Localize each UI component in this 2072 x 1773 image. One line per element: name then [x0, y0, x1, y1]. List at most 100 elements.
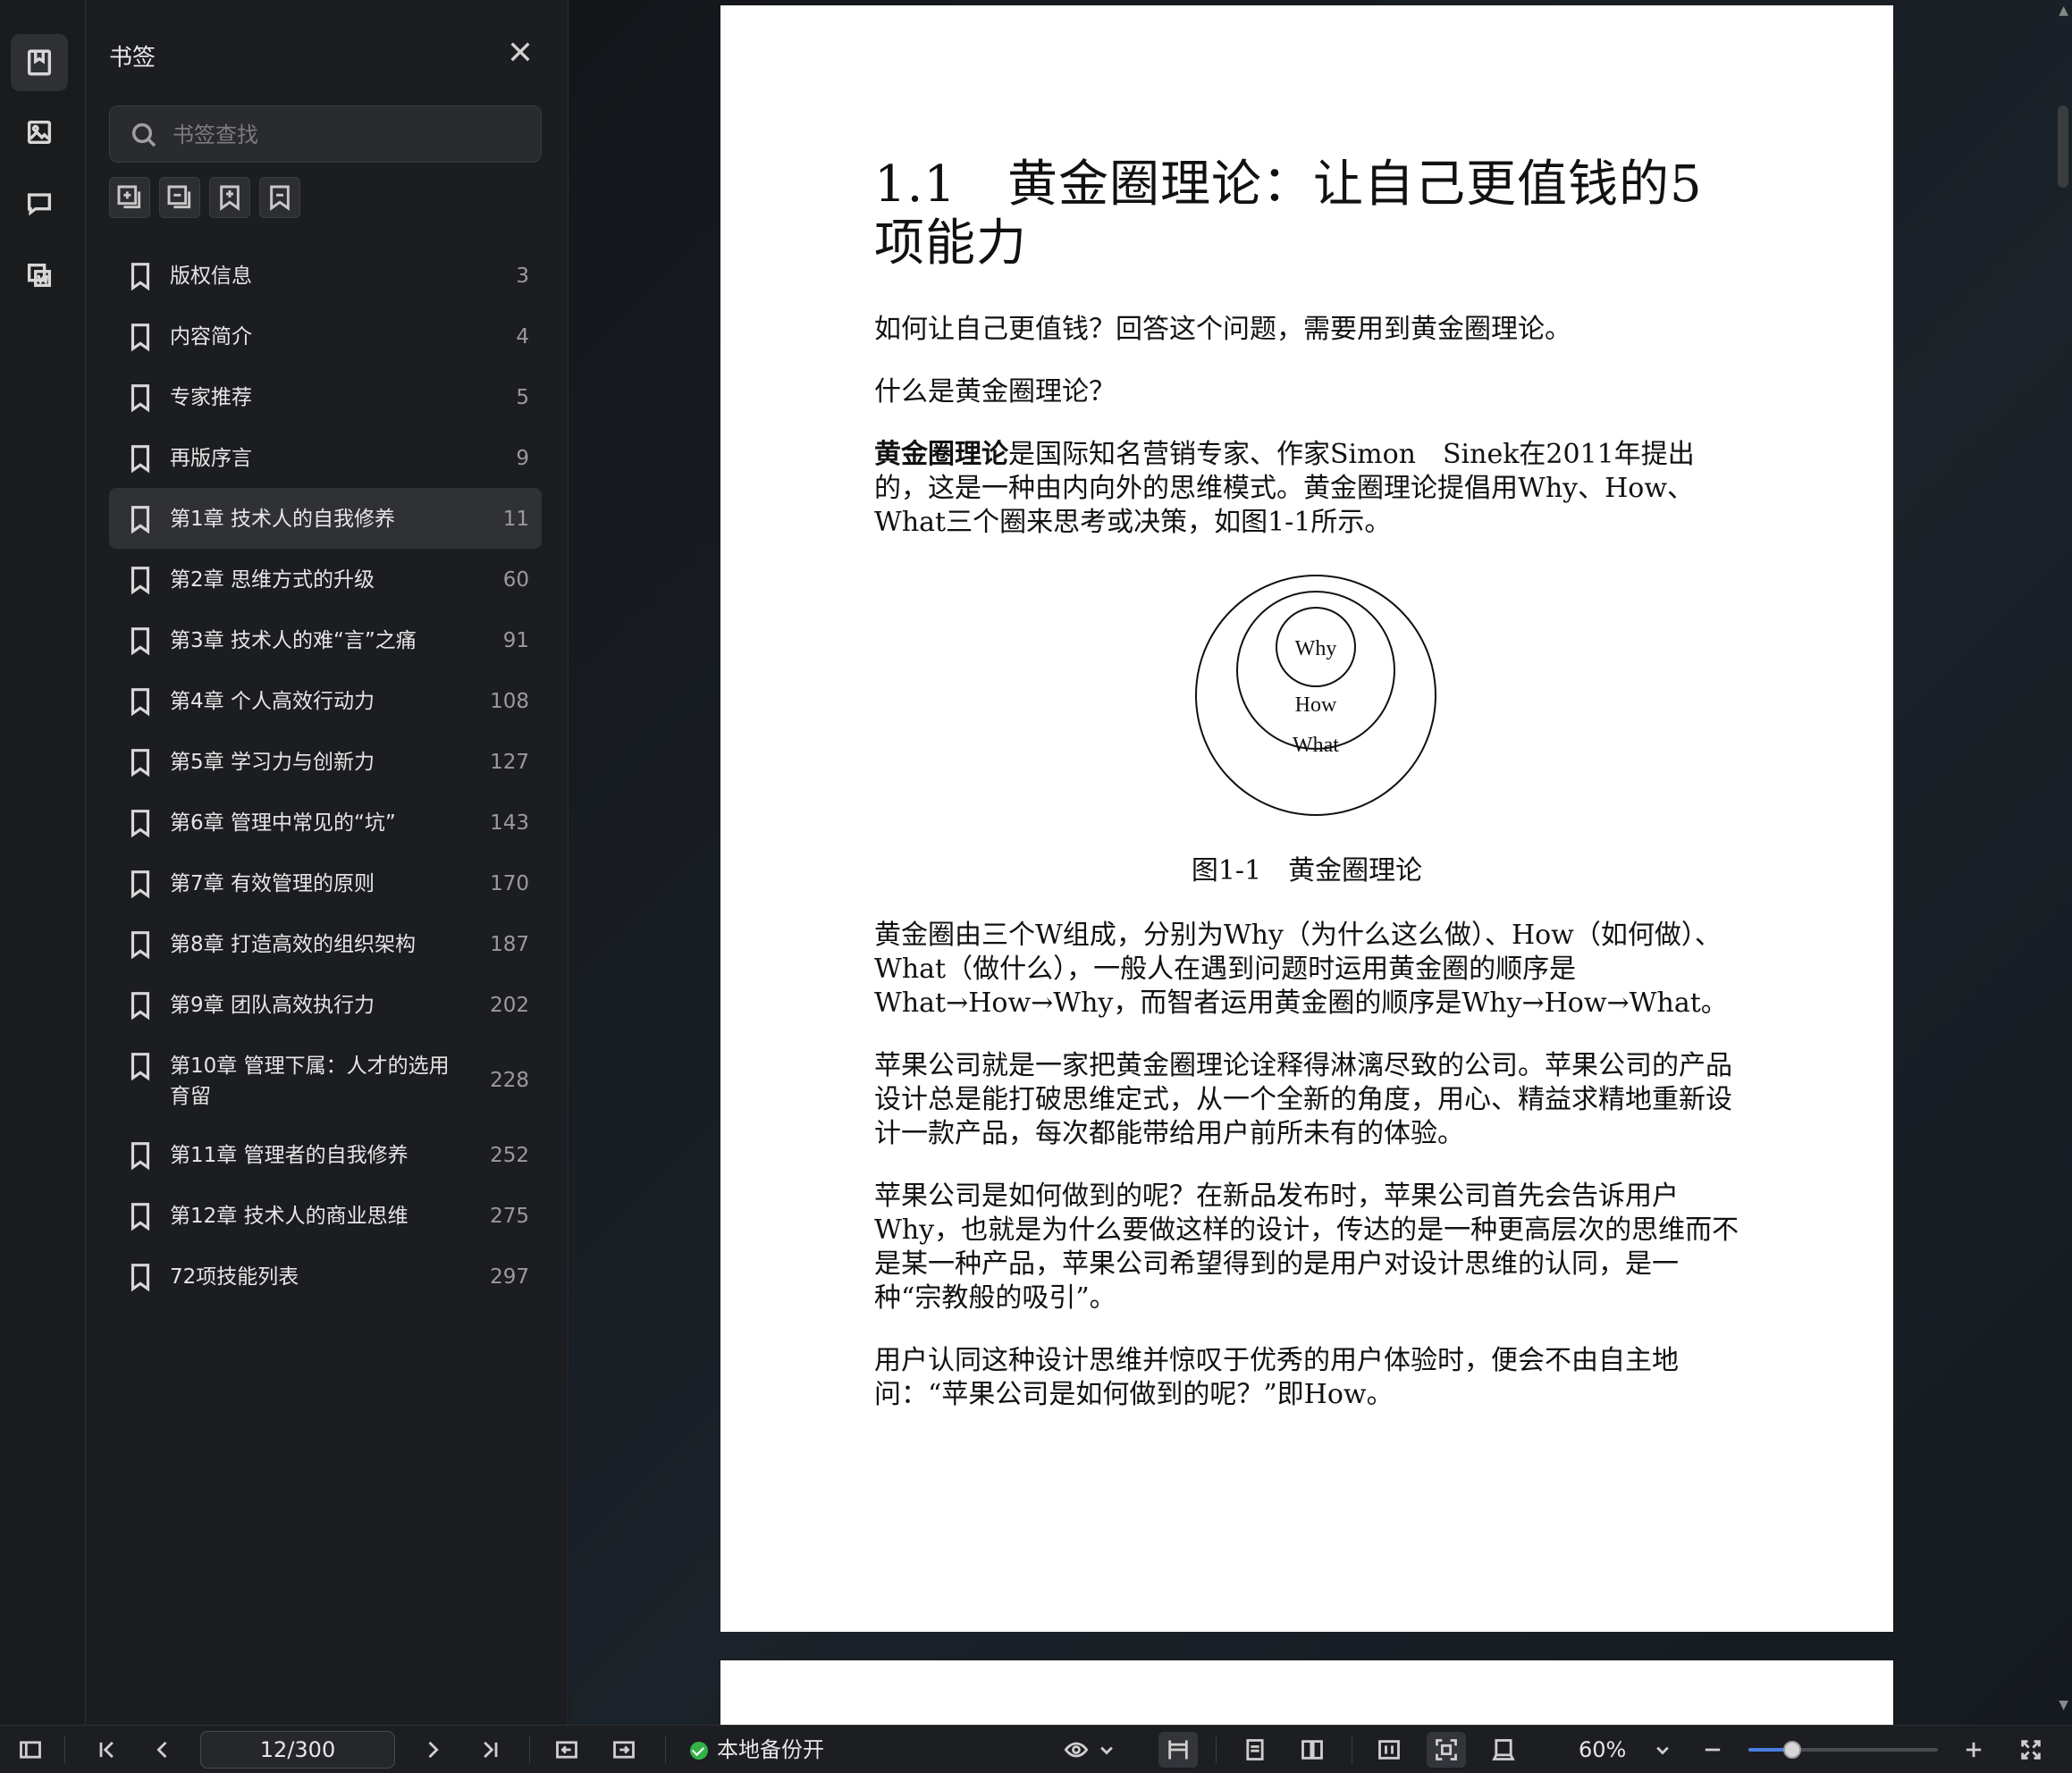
bookmark-page-number: 127 — [490, 751, 529, 774]
next-page-button[interactable] — [417, 1734, 449, 1766]
bookmark-label: 专家推荐 — [170, 386, 252, 409]
scrollbar-thumb[interactable] — [2058, 105, 2068, 188]
bookmark-label: 第1章 技术人的自我修养 — [170, 508, 395, 531]
scroll-up-icon[interactable]: ▲ — [2059, 4, 2068, 18]
bookmark-item[interactable]: 第2章 思维方式的升级 60 — [109, 549, 542, 609]
fit-width-button[interactable] — [1158, 1732, 1198, 1768]
bookmark-label: 第4章 个人高效行动力 — [170, 690, 375, 713]
fullscreen-button[interactable] — [2015, 1734, 2047, 1766]
bookmark-item[interactable]: 第6章 管理中常见的“坑” 143 — [109, 792, 542, 853]
remove-bookmark-button[interactable] — [259, 177, 300, 218]
separator — [529, 1736, 530, 1763]
bookmark-icon — [127, 869, 154, 899]
figure-label-how: How — [1295, 693, 1337, 717]
bookmark-page-number: 252 — [490, 1144, 529, 1167]
bookmark-item[interactable]: 72项技能列表 297 — [109, 1246, 542, 1307]
scroll-down-icon[interactable]: ▼ — [2059, 1698, 2068, 1712]
collapse-all-button[interactable] — [159, 177, 200, 218]
bookmark-page-number: 4 — [516, 325, 529, 349]
close-icon — [510, 42, 530, 62]
bookmark-page-number: 275 — [490, 1205, 529, 1228]
bookmark-item[interactable]: 第9章 团队高效执行力 202 — [109, 974, 542, 1035]
bookmark-panel: 书签 版权信息 3 内容简介 4 专家推荐 5 再版序言 9 第1章 技术人的自我修养 11 第2章… — [86, 0, 569, 1725]
bookmark-icon — [127, 565, 154, 595]
vertical-scrollbar[interactable]: ▲ ▼ — [2054, 0, 2072, 1725]
separator — [64, 1736, 65, 1763]
reading-mode-button[interactable] — [1060, 1734, 1092, 1766]
last-page-icon — [484, 1741, 498, 1759]
paragraph-3-term: 黄金圈理论 — [874, 439, 1008, 470]
navigate-forward-button[interactable] — [608, 1734, 640, 1766]
bookmark-icon — [127, 808, 154, 838]
bookmark-label: 第11章 管理者的自我修养 — [170, 1144, 409, 1167]
bookmark-icon — [127, 322, 154, 352]
bookmark-icon — [127, 929, 154, 960]
actual-size-button[interactable] — [1373, 1734, 1405, 1766]
bookmark-item[interactable]: 第8章 打造高效的组织架构 187 — [109, 913, 542, 974]
bookmark-item[interactable]: 内容简介 4 — [109, 306, 542, 366]
bookmark-item[interactable]: 再版序言 9 — [109, 427, 542, 488]
thumbnail-panel-button[interactable] — [11, 104, 68, 161]
fit-page-button[interactable] — [1427, 1732, 1466, 1768]
attachments-panel-button[interactable] — [11, 247, 68, 304]
expand-all-button[interactable] — [109, 177, 150, 218]
minus-icon — [1705, 1748, 1721, 1752]
two-page-button[interactable] — [1296, 1734, 1328, 1766]
bookmark-panel-button[interactable] — [11, 34, 68, 91]
separator — [665, 1736, 666, 1763]
first-page-icon — [99, 1741, 114, 1759]
paragraph-5: 苹果公司就是一家把黄金圈理论诠释得淋漓尽致的公司。苹果公司的产品设计总是能打破思… — [874, 1050, 1732, 1149]
rotate-page-button[interactable] — [1487, 1734, 1520, 1766]
bookmark-icon — [127, 1051, 154, 1081]
zoom-out-button[interactable] — [1697, 1734, 1729, 1766]
zoom-dropdown[interactable] — [1647, 1734, 1679, 1766]
fit-page-icon — [1436, 1739, 1457, 1760]
chevron-down-icon — [1656, 1746, 1669, 1755]
bookmark-page-number: 143 — [490, 811, 529, 835]
bookmark-item[interactable]: 第3章 技术人的难“言”之痛 91 — [109, 609, 542, 670]
bookmark-label: 第9章 团队高效执行力 — [170, 994, 375, 1017]
bookmark-item[interactable]: 第11章 管理者的自我修养 252 — [109, 1124, 542, 1185]
page-number-input[interactable] — [200, 1731, 395, 1769]
first-page-button[interactable] — [91, 1734, 123, 1766]
reading-mode-dropdown[interactable] — [1091, 1734, 1123, 1766]
zoom-level[interactable]: 60% — [1579, 1735, 1626, 1765]
bookmark-label: 72项技能列表 — [170, 1265, 299, 1289]
back-arrow-icon — [556, 1741, 577, 1759]
bookmark-page-number: 108 — [490, 690, 529, 713]
zoom-slider[interactable] — [1748, 1741, 1938, 1759]
document-viewport[interactable]: 1.1 黄金圈理论：让自己更值钱的5项能力 如何让自己更值钱？回答这个问题，需要… — [569, 0, 2072, 1725]
bookmark-item[interactable]: 专家推荐 5 — [109, 366, 542, 427]
bookmark-item[interactable]: 第12章 技术人的商业思维 275 — [109, 1185, 542, 1246]
close-panel-button[interactable] — [506, 38, 535, 66]
zoom-slider-handle[interactable] — [1782, 1741, 1801, 1759]
bookmark-search-box[interactable] — [109, 105, 542, 163]
bookmark-item[interactable]: 第1章 技术人的自我修养 11 — [109, 488, 542, 549]
bookmark-search-input[interactable] — [173, 117, 530, 153]
bookmark-item[interactable]: 第7章 有效管理的原则 170 — [109, 853, 542, 913]
single-page-icon — [1246, 1739, 1264, 1760]
zoom-in-button[interactable] — [1958, 1734, 1990, 1766]
comments-panel-button[interactable] — [11, 175, 68, 232]
fit-width-icon — [1168, 1740, 1188, 1760]
backup-status-icon — [690, 1742, 708, 1760]
rotate-page-icon — [1492, 1739, 1515, 1760]
paragraph-1: 如何让自己更值钱？回答这个问题，需要用到黄金圈理论。 — [874, 314, 1571, 345]
bookmark-item[interactable]: 第5章 学习力与创新力 127 — [109, 731, 542, 792]
attachment-icon — [27, 263, 52, 288]
bookmark-page-number: 11 — [502, 508, 529, 531]
single-page-button[interactable] — [1239, 1734, 1271, 1766]
previous-page-button[interactable] — [147, 1734, 179, 1766]
backup-status-toggle[interactable]: 本地备份开 — [717, 1735, 824, 1765]
add-bookmark-button[interactable] — [209, 177, 250, 218]
chevron-down-icon — [1100, 1746, 1113, 1755]
figure-caption: 图1-1 黄金圈理论 — [1191, 855, 1423, 886]
bookmark-icon — [27, 49, 52, 76]
bookmark-page-number: 5 — [516, 386, 529, 409]
bookmark-item[interactable]: 版权信息 3 — [109, 245, 542, 306]
navigate-back-button[interactable] — [551, 1734, 583, 1766]
toggle-sidebar-button[interactable] — [14, 1734, 46, 1766]
bookmark-item[interactable]: 第10章 管理下属：人才的选用育留 228 — [109, 1035, 542, 1124]
last-page-button[interactable] — [474, 1734, 506, 1766]
bookmark-item[interactable]: 第4章 个人高效行动力 108 — [109, 670, 542, 731]
